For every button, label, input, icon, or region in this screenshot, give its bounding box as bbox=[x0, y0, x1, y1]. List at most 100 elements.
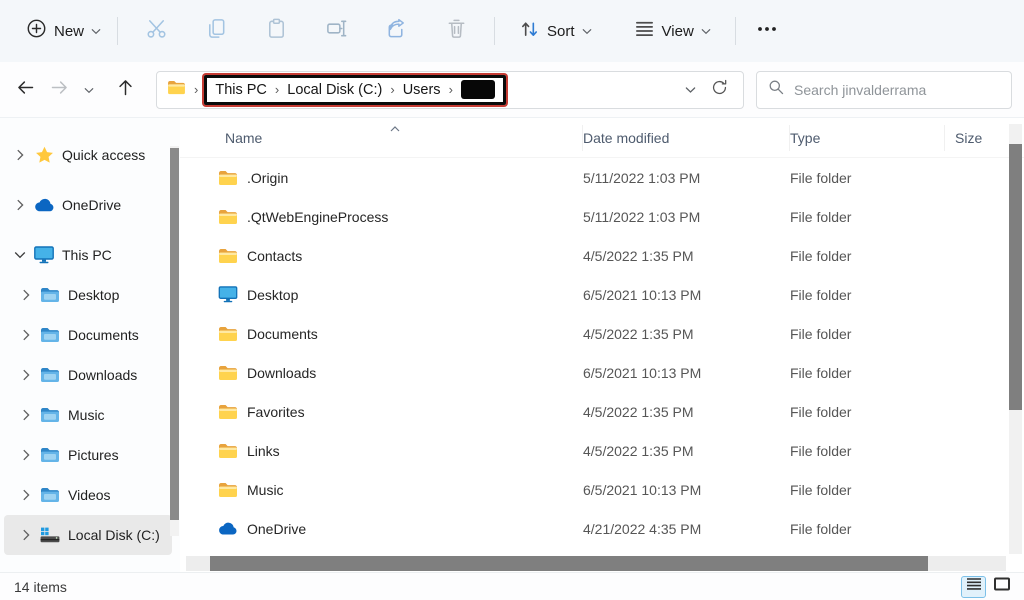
forward-button[interactable] bbox=[42, 73, 76, 107]
file-row[interactable]: Music 6/5/2021 10:13 PM File folder bbox=[180, 470, 1024, 509]
details-view-icon bbox=[966, 577, 982, 596]
chevron-down-icon[interactable] bbox=[12, 251, 28, 259]
status-bar: 14 items bbox=[0, 572, 1024, 600]
up-button[interactable] bbox=[108, 73, 142, 107]
view-button[interactable]: View bbox=[626, 12, 719, 50]
file-type: File folder bbox=[790, 287, 945, 303]
sidebar-item-quick-access[interactable]: Quick access bbox=[4, 135, 172, 175]
chevron-down-icon bbox=[582, 28, 592, 35]
breadcrumb-item-local-disk-c[interactable]: Local Disk (C:) bbox=[287, 82, 382, 98]
column-header-type[interactable]: Type bbox=[790, 125, 945, 151]
new-button-label: New bbox=[54, 23, 84, 40]
rename-button[interactable] bbox=[306, 9, 366, 53]
folder-icon bbox=[217, 248, 238, 264]
toolbar-separator bbox=[494, 17, 495, 45]
share-button[interactable] bbox=[366, 9, 426, 53]
cut-button[interactable] bbox=[126, 9, 186, 53]
sidebar-item-pictures[interactable]: Pictures bbox=[4, 435, 172, 475]
file-row[interactable]: Contacts 4/5/2022 1:35 PM File folder bbox=[180, 236, 1024, 275]
paste-button[interactable] bbox=[246, 9, 306, 53]
delete-icon bbox=[445, 17, 468, 45]
folder-icon bbox=[217, 365, 238, 381]
redacted-username bbox=[461, 80, 495, 99]
folder-icon bbox=[217, 170, 238, 186]
search-input[interactable] bbox=[794, 82, 1001, 98]
file-type: File folder bbox=[790, 248, 945, 264]
desktop-monitor-icon bbox=[217, 286, 238, 303]
address-dropdown-button[interactable] bbox=[675, 81, 706, 99]
file-row[interactable]: Documents 4/5/2022 1:35 PM File folder bbox=[180, 314, 1024, 353]
breadcrumb-separator: › bbox=[388, 82, 396, 97]
sidebar-item-downloads[interactable]: Downloads bbox=[4, 355, 172, 395]
column-header-name[interactable]: Name bbox=[180, 125, 583, 151]
sidebar-scrollbar-thumb[interactable] bbox=[170, 148, 179, 520]
see-more-button[interactable] bbox=[744, 9, 790, 53]
blue-folder-icon bbox=[39, 367, 61, 383]
search-box[interactable] bbox=[756, 71, 1012, 109]
thumbnail-view-button[interactable] bbox=[989, 576, 1014, 598]
file-date-modified: 6/5/2021 10:13 PM bbox=[583, 365, 790, 381]
view-toggles bbox=[961, 576, 1014, 598]
delete-button[interactable] bbox=[426, 9, 486, 53]
sidebar-item-local-disk-c[interactable]: Local Disk (C:) bbox=[4, 515, 172, 555]
chevron-right-icon[interactable] bbox=[12, 199, 28, 211]
sidebar-item-this-pc[interactable]: This PC bbox=[4, 235, 172, 275]
copy-button[interactable] bbox=[186, 9, 246, 53]
breadcrumb-item-users[interactable]: Users bbox=[403, 82, 441, 98]
column-headers: Name Date modified Type Size bbox=[180, 118, 1024, 158]
sidebar-item-documents[interactable]: Documents bbox=[4, 315, 172, 355]
sidebar-item-label: OneDrive bbox=[62, 197, 121, 213]
view-button-label: View bbox=[662, 23, 694, 40]
vertical-scrollbar[interactable] bbox=[1009, 124, 1022, 554]
vertical-scrollbar-thumb[interactable] bbox=[1009, 144, 1022, 410]
thumbnail-view-icon bbox=[994, 577, 1010, 596]
main-area: Quick access OneDrive This PC Desktop Do bbox=[0, 118, 1024, 572]
file-row[interactable]: Desktop 6/5/2021 10:13 PM File folder bbox=[180, 275, 1024, 314]
recent-locations-button[interactable] bbox=[76, 73, 102, 107]
horizontal-scrollbar-thumb[interactable] bbox=[210, 556, 928, 571]
file-type: File folder bbox=[790, 482, 945, 498]
file-row[interactable]: Favorites 4/5/2022 1:35 PM File folder bbox=[180, 392, 1024, 431]
chevron-right-icon[interactable] bbox=[12, 149, 28, 161]
sidebar-item-label: Downloads bbox=[68, 367, 137, 383]
sidebar-item-label: Videos bbox=[68, 487, 111, 503]
chevron-right-icon[interactable] bbox=[18, 489, 34, 501]
chevron-right-icon[interactable] bbox=[18, 369, 34, 381]
new-button[interactable]: New bbox=[18, 12, 109, 50]
sidebar-scrollbar[interactable] bbox=[170, 146, 179, 536]
file-row[interactable]: OneDrive 4/21/2022 4:35 PM File folder bbox=[180, 509, 1024, 548]
plus-circle-icon bbox=[26, 18, 47, 44]
column-header-date-modified[interactable]: Date modified bbox=[583, 125, 790, 151]
file-name: Documents bbox=[247, 326, 318, 342]
chevron-down-icon bbox=[701, 28, 711, 35]
chevron-right-icon[interactable] bbox=[18, 449, 34, 461]
toolbar-separator bbox=[735, 17, 736, 45]
refresh-button[interactable] bbox=[706, 78, 733, 102]
sidebar-item-videos[interactable]: Videos bbox=[4, 475, 172, 515]
chevron-right-icon[interactable] bbox=[18, 409, 34, 421]
chevron-right-icon[interactable] bbox=[18, 329, 34, 341]
address-bar[interactable]: › This PC › Local Disk (C:) › Users › bbox=[156, 71, 744, 109]
chevron-right-icon[interactable] bbox=[18, 529, 34, 541]
file-name: Favorites bbox=[247, 404, 305, 420]
blue-folder-icon bbox=[39, 447, 61, 463]
share-icon bbox=[385, 17, 408, 45]
file-rows: .Origin 5/11/2022 1:03 PM File folder .Q… bbox=[180, 158, 1024, 548]
details-view-button[interactable] bbox=[961, 576, 986, 598]
sidebar-item-label: Documents bbox=[68, 327, 139, 343]
sort-button[interactable]: Sort bbox=[511, 12, 600, 50]
horizontal-scrollbar[interactable] bbox=[186, 556, 1006, 571]
sidebar-item-onedrive[interactable]: OneDrive bbox=[4, 185, 172, 225]
file-row[interactable]: .QtWebEngineProcess 5/11/2022 1:03 PM Fi… bbox=[180, 197, 1024, 236]
back-button[interactable] bbox=[8, 73, 42, 107]
file-row[interactable]: Links 4/5/2022 1:35 PM File folder bbox=[180, 431, 1024, 470]
blue-folder-icon bbox=[39, 487, 61, 503]
sidebar-item-desktop[interactable]: Desktop bbox=[4, 275, 172, 315]
sidebar-item-music[interactable]: Music bbox=[4, 395, 172, 435]
arrow-right-icon bbox=[49, 77, 70, 103]
breadcrumb-separator: › bbox=[273, 82, 281, 97]
chevron-right-icon[interactable] bbox=[18, 289, 34, 301]
file-row[interactable]: Downloads 6/5/2021 10:13 PM File folder bbox=[180, 353, 1024, 392]
breadcrumb-item-this-pc[interactable]: This PC bbox=[215, 82, 267, 98]
file-row[interactable]: .Origin 5/11/2022 1:03 PM File folder bbox=[180, 158, 1024, 197]
